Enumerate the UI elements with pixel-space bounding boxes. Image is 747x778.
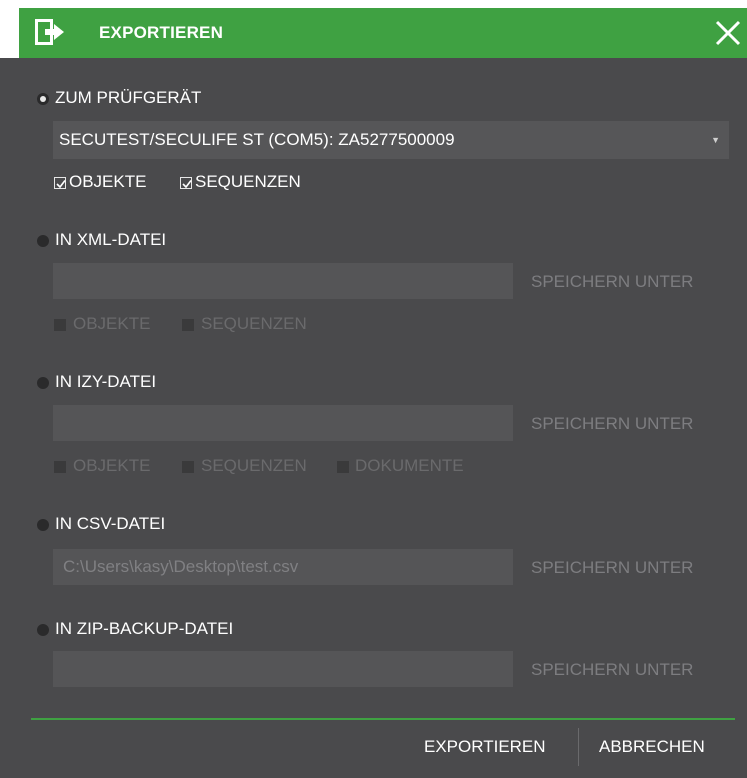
radio-izy-file[interactable] (37, 377, 49, 389)
top-strip (0, 0, 747, 8)
radio-label-zip-backup-file: IN ZIP-BACKUP-DATEI (55, 619, 234, 638)
xml-save-as-button[interactable]: SPEICHERN UNTER (531, 272, 693, 292)
izy-path-input[interactable] (53, 405, 513, 441)
title-left-edge (0, 8, 19, 58)
checkbox-xml-sequences[interactable] (182, 319, 194, 331)
radio-csv-file[interactable] (37, 519, 49, 531)
radio-label-csv-file: IN CSV-DATEI (55, 514, 166, 533)
checkbox-label-device-objects: OBJEKTE (69, 172, 147, 191)
radio-label-xml-file: IN XML-DATEI (55, 230, 167, 249)
radio-zip-backup-file[interactable] (37, 624, 49, 636)
export-icon (35, 19, 64, 45)
checkbox-izy-sequences[interactable] (182, 461, 194, 473)
checkbox-device-objects[interactable] (54, 177, 66, 189)
device-select[interactable]: SECUTEST/SECULIFE ST (COM5): ZA527750000… (53, 121, 729, 159)
checkbox-izy-objects[interactable] (54, 461, 66, 473)
export-button[interactable]: EXPORTIEREN (424, 737, 546, 757)
export-dialog: EXPORTIEREN ZUM PRÜFGERÄT SECUTEST/SECUL… (0, 0, 747, 778)
csv-save-as-button[interactable]: SPEICHERN UNTER (531, 558, 693, 578)
izy-save-as-button[interactable]: SPEICHERN UNTER (531, 414, 693, 434)
csv-path-value: C:\Users\kasy\Desktop\test.csv (63, 557, 299, 576)
dialog-titlebar: EXPORTIEREN (19, 8, 747, 58)
checkbox-label-izy-sequences: SEQUENZEN (201, 456, 307, 475)
csv-path-input[interactable]: C:\Users\kasy\Desktop\test.csv (53, 549, 513, 585)
check-icon (56, 180, 66, 189)
checkbox-label-device-sequences: SEQUENZEN (195, 172, 301, 191)
cancel-button[interactable]: ABBRECHEN (599, 737, 705, 757)
checkbox-xml-objects[interactable] (54, 319, 66, 331)
zip-backup-path-input[interactable] (53, 651, 513, 687)
checkbox-label-xml-sequences: SEQUENZEN (201, 314, 307, 333)
radio-xml-file[interactable] (37, 235, 49, 247)
checkbox-label-xml-objects: OBJEKTE (73, 314, 151, 333)
checkbox-label-izy-documents: DOKUMENTE (355, 456, 464, 475)
device-select-value: SECUTEST/SECULIFE ST (COM5): ZA527750000… (59, 130, 455, 149)
footer-separator (31, 718, 735, 720)
xml-path-input[interactable] (53, 263, 513, 299)
dialog-title: EXPORTIEREN (99, 23, 224, 42)
checkbox-izy-documents[interactable] (337, 461, 349, 473)
check-icon (182, 180, 192, 189)
radio-to-device[interactable] (37, 93, 49, 105)
close-icon[interactable] (712, 17, 744, 49)
checkbox-device-sequences[interactable] (180, 177, 192, 189)
zip-backup-save-as-button[interactable]: SPEICHERN UNTER (531, 660, 693, 680)
footer-button-divider (578, 728, 579, 766)
chevron-down-icon: ▼ (711, 135, 720, 145)
checkbox-label-izy-objects: OBJEKTE (73, 456, 151, 475)
radio-label-to-device: ZUM PRÜFGERÄT (55, 88, 202, 107)
radio-label-izy-file: IN IZY-DATEI (55, 372, 157, 391)
